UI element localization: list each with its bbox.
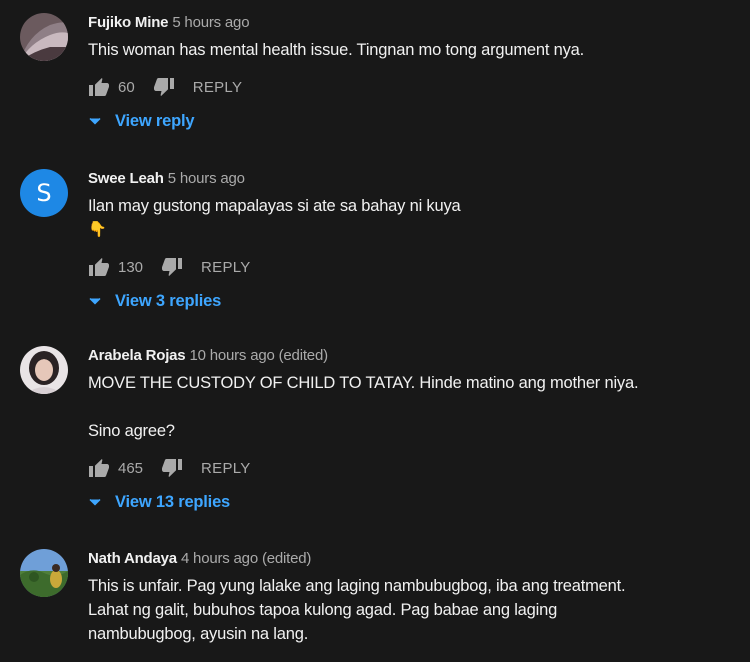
author-name[interactable]: Fujiko Mine (88, 14, 169, 31)
view-replies-button[interactable]: View 13 replies (88, 488, 740, 516)
author-name[interactable]: Nath Andaya (88, 550, 177, 567)
comment-actions: 465 REPLY (88, 454, 740, 482)
like-count: 60 (118, 78, 135, 96)
avatar[interactable]: S (20, 169, 68, 217)
comment-text: MOVE THE CUSTODY OF CHILD TO TATAY. Hind… (88, 371, 740, 443)
comment-line: Sino agree? (88, 422, 175, 440)
comment-header: Fujiko Mine 5 hours ago (88, 13, 740, 33)
thumb-up-icon[interactable] (88, 256, 110, 278)
avatar[interactable] (20, 346, 68, 394)
comment-header: Arabela Rojas 10 hours ago (edited) (88, 346, 740, 366)
comment-actions: 130 REPLY (88, 253, 740, 281)
reply-button[interactable]: REPLY (201, 259, 251, 276)
like-count: 465 (118, 459, 144, 477)
comment-text: This is unfair. Pag yung lalake ang lagi… (88, 574, 740, 646)
reply-button[interactable]: REPLY (193, 79, 243, 96)
avatar-image (20, 549, 68, 597)
comment-header: Nath Andaya 4 hours ago (edited) (88, 549, 740, 569)
view-replies-label: View reply (115, 111, 195, 130)
author-name[interactable]: Arabela Rojas (88, 347, 186, 364)
comment-line: Ilan may gustong mapalayas si ate sa bah… (88, 197, 461, 215)
comment-time[interactable]: 4 hours ago (181, 550, 258, 567)
thumb-up-icon[interactable] (88, 457, 110, 479)
edited-label: (edited) (278, 347, 328, 364)
thumb-down-icon[interactable] (161, 457, 183, 479)
view-replies-button[interactable]: View reply (88, 107, 740, 135)
comment-time[interactable]: 10 hours ago (189, 347, 274, 364)
avatar-image (20, 13, 68, 61)
comment-emoji: 👇 (88, 221, 107, 238)
view-replies-button[interactable]: View 3 replies (88, 287, 740, 315)
chevron-down-icon (88, 294, 102, 308)
comment-text: This woman has mental health issue. Ting… (88, 38, 740, 62)
chevron-down-icon (88, 495, 102, 509)
view-replies-label: View 13 replies (115, 492, 231, 511)
comment-line: This is unfair. Pag yung lalake ang lagi… (88, 577, 626, 595)
avatar[interactable] (20, 13, 68, 61)
like-count: 130 (118, 258, 144, 276)
comment-line: This woman has mental health issue. Ting… (88, 41, 585, 59)
thumb-up-icon[interactable] (88, 76, 110, 98)
comment-header: Swee Leah 5 hours ago (88, 169, 740, 189)
comment-actions: 60 REPLY (88, 73, 740, 101)
thumb-down-icon[interactable] (161, 256, 183, 278)
comment-line: MOVE THE CUSTODY OF CHILD TO TATAY. Hind… (88, 374, 639, 392)
reply-button[interactable]: REPLY (201, 460, 251, 477)
comment-line: nambubugbog, ayusin na lang. (88, 625, 309, 643)
thumb-down-icon[interactable] (153, 76, 175, 98)
comment-line: Lahat ng galit, bubuhos tapoa kulong aga… (88, 601, 558, 619)
avatar[interactable] (20, 549, 68, 597)
edited-label: (edited) (261, 550, 312, 567)
avatar-image (20, 346, 68, 394)
avatar-letter: S (36, 179, 52, 207)
comment-time[interactable]: 5 hours ago (168, 170, 245, 187)
view-replies-label: View 3 replies (115, 291, 222, 310)
chevron-down-icon (88, 114, 102, 128)
comment-text: Ilan may gustong mapalayas si ate sa bah… (88, 194, 740, 242)
author-name[interactable]: Swee Leah (88, 170, 164, 187)
comment-time[interactable]: 5 hours ago (172, 14, 249, 31)
